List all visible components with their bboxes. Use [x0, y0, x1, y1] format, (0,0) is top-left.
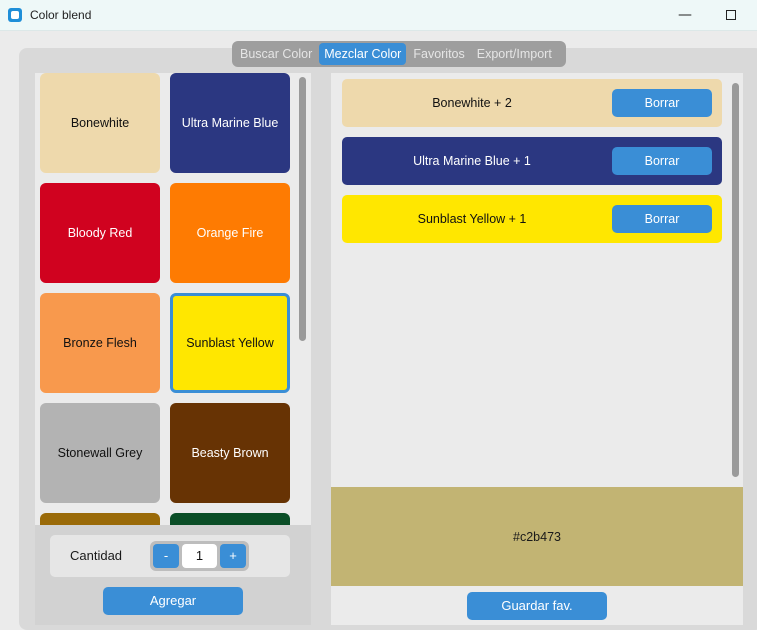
- window-title: Color blend: [30, 8, 92, 22]
- result-color-swatch: #c2b473: [331, 487, 743, 586]
- minimize-button[interactable]: —: [662, 0, 708, 31]
- add-button[interactable]: Agregar: [103, 587, 243, 615]
- mix-panel: Bonewhite + 2 Borrar Ultra Marine Blue +…: [331, 73, 743, 625]
- tab-buscar-color[interactable]: Buscar Color: [235, 43, 317, 65]
- app-icon: [8, 8, 22, 22]
- save-favorite-button[interactable]: Guardar fav.: [467, 592, 607, 620]
- color-swatch-bronze-flesh[interactable]: Bronze Flesh: [40, 293, 160, 393]
- maximize-button[interactable]: [708, 0, 754, 31]
- mix-row-label: Bonewhite + 2: [432, 96, 512, 110]
- color-swatch-partial[interactable]: [170, 513, 290, 525]
- delete-button[interactable]: Borrar: [612, 147, 712, 175]
- color-swatch-bonewhite[interactable]: Bonewhite: [40, 73, 160, 173]
- color-swatch-ultra-marine-blue[interactable]: Ultra Marine Blue: [170, 73, 290, 173]
- mix-row: Ultra Marine Blue + 1 Borrar: [342, 137, 722, 185]
- color-swatch-sunblast-yellow[interactable]: Sunblast Yellow: [170, 293, 290, 393]
- tab-favoritos[interactable]: Favoritos: [408, 43, 469, 65]
- result-hex-label: #c2b473: [513, 529, 561, 544]
- color-grid: Bonewhite Ultra Marine Blue Bloody Red O…: [35, 73, 311, 525]
- tab-mezclar-color[interactable]: Mezclar Color: [319, 43, 407, 65]
- quantity-row: Cantidad - 1 +: [50, 535, 290, 577]
- mix-row: Bonewhite + 2 Borrar: [342, 79, 722, 127]
- color-swatch-beasty-brown[interactable]: Beasty Brown: [170, 403, 290, 503]
- quantity-stepper: - 1 +: [150, 541, 249, 571]
- delete-button[interactable]: Borrar: [612, 89, 712, 117]
- quantity-area: Cantidad - 1 + Agregar: [35, 525, 311, 625]
- delete-button[interactable]: Borrar: [612, 205, 712, 233]
- tab-selector: Buscar Color Mezclar Color Favoritos Exp…: [232, 41, 566, 67]
- title-bar: Color blend —: [0, 0, 757, 31]
- mix-row: Sunblast Yellow + 1 Borrar: [342, 195, 722, 243]
- color-swatch-partial[interactable]: [40, 513, 160, 525]
- quantity-input[interactable]: 1: [182, 544, 217, 568]
- maximize-icon: [726, 10, 736, 20]
- mix-list: Bonewhite + 2 Borrar Ultra Marine Blue +…: [331, 73, 743, 487]
- mix-list-scrollbar[interactable]: [732, 83, 739, 477]
- decrement-button[interactable]: -: [153, 544, 179, 568]
- mix-row-label: Ultra Marine Blue + 1: [413, 154, 531, 168]
- color-grid-scrollbar[interactable]: [299, 77, 306, 341]
- color-palette-panel: Bonewhite Ultra Marine Blue Bloody Red O…: [35, 73, 311, 625]
- color-swatch-orange-fire[interactable]: Orange Fire: [170, 183, 290, 283]
- increment-button[interactable]: +: [220, 544, 246, 568]
- color-swatch-bloody-red[interactable]: Bloody Red: [40, 183, 160, 283]
- tab-export-import[interactable]: Export/Import: [472, 43, 557, 65]
- quantity-label: Cantidad: [70, 548, 123, 563]
- color-swatch-stonewall-grey[interactable]: Stonewall Grey: [40, 403, 160, 503]
- mix-row-label: Sunblast Yellow + 1: [417, 212, 527, 226]
